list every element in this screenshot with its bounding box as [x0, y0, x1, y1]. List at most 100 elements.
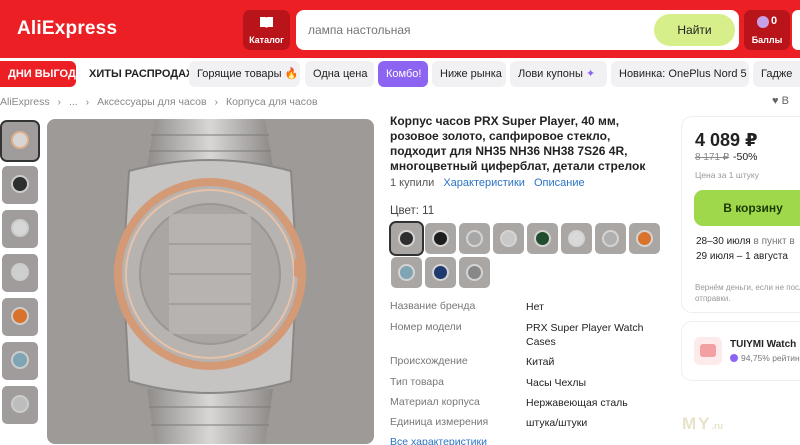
thumbnail-image[interactable]: [0, 120, 40, 162]
shipping-option[interactable]: 28–30 июля в пункт в: [696, 236, 795, 247]
watch-swatch-icon: [534, 230, 551, 247]
breadcrumb-item[interactable]: ...: [69, 96, 78, 108]
old-price: 8 171 ₽: [695, 152, 730, 163]
breadcrumb-item[interactable]: AliExpress: [0, 96, 50, 108]
breadcrumb-item[interactable]: Аксессуары для часов: [97, 96, 207, 108]
breadcrumb-item[interactable]: Корпуса для часов: [226, 96, 318, 108]
product-meta: 1 купили Характеристики Описание: [390, 177, 585, 189]
spec-key: Номер модели: [390, 321, 462, 333]
nav-chip-sale-hits[interactable]: ХИТЫ РАСПРОДАЖИ: [81, 61, 204, 87]
watch-thumb-icon: [11, 351, 29, 369]
product-title: Корпус часов PRX Super Player, 40 мм, ро…: [390, 114, 646, 173]
book-icon: [260, 17, 273, 28]
nav-chip-below-market[interactable]: Ниже рынка: [432, 61, 506, 87]
add-to-cart-button[interactable]: В корзину: [694, 190, 800, 226]
aliexpress-logo[interactable]: AliExpress: [17, 18, 117, 40]
characteristics-link[interactable]: Характеристики: [443, 177, 525, 189]
spec-key: Название бренда: [390, 300, 476, 312]
spec-value: Нет: [526, 301, 544, 313]
watch-swatch-icon: [466, 230, 483, 247]
shipping-date: 29 июля – 1 августа: [696, 251, 788, 262]
thumbnail-image[interactable]: [2, 254, 38, 292]
spec-value: Нержавеющая сталь: [526, 397, 628, 409]
spec-key: Происхождение: [390, 355, 468, 367]
nav-chip-hot-items[interactable]: Горящие товары 🔥: [189, 61, 300, 87]
watch-swatch-icon: [466, 264, 483, 281]
spec-key: Единица измерения: [390, 416, 489, 428]
thumbnail-image[interactable]: [2, 386, 38, 424]
watch-thumb-icon: [11, 219, 29, 237]
buy-card: 4 089 ₽ 8 171 ₽ -50% Цена за 1 штуку В к…: [682, 117, 800, 312]
thumbnail-image[interactable]: [2, 298, 38, 336]
spec-key: Материал корпуса: [390, 396, 480, 408]
thumbnail-image[interactable]: [2, 342, 38, 380]
thumbnail-image[interactable]: [2, 166, 38, 204]
seller-card[interactable]: TUIYMI Watch 94,75% рейтинг: [682, 322, 800, 380]
refund-note: Вернём деньги, если не после отправки.: [695, 283, 800, 303]
color-swatch[interactable]: [629, 223, 660, 254]
fire-icon: 🔥: [284, 68, 299, 80]
breadcrumb: AliExpress › ... › Аксессуары для часов …: [0, 96, 323, 110]
color-swatch[interactable]: [561, 223, 592, 254]
color-swatch[interactable]: [391, 257, 422, 288]
spec-value: Часы Чехлы: [526, 377, 587, 389]
watch-swatch-icon: [602, 230, 619, 247]
catalog-button[interactable]: Каталог: [243, 10, 290, 50]
description-link[interactable]: Описание: [534, 177, 585, 189]
nav-chip-label: Горящие товары: [197, 68, 282, 80]
color-swatch[interactable]: [389, 221, 424, 256]
header-cut-off-element: [792, 10, 800, 50]
breadcrumb-separator: ›: [85, 96, 90, 108]
watch-swatch-icon: [568, 230, 585, 247]
shipping-note: в пункт в: [753, 236, 795, 247]
color-swatch[interactable]: [527, 223, 558, 254]
site-watermark: MY.ru: [682, 414, 723, 434]
promo-nav: ДНИ ВЫГОДЫ ХИТЫ РАСПРОДАЖИ Горящие товар…: [0, 61, 800, 87]
watch-thumb-icon: [11, 395, 29, 413]
points-count: 0: [771, 15, 778, 27]
nav-chip-label: Лови купоны: [518, 68, 583, 80]
watch-thumb-icon: [11, 131, 29, 149]
color-swatch[interactable]: [425, 257, 456, 288]
bought-count: 1 купили: [390, 177, 435, 189]
breadcrumb-separator: ›: [57, 96, 62, 108]
search-input[interactable]: [308, 20, 638, 40]
watch-swatch-icon: [398, 264, 415, 281]
watermark-suffix: .ru: [711, 421, 724, 431]
color-swatch[interactable]: [459, 257, 490, 288]
search-button[interactable]: Найти: [654, 14, 735, 46]
points-icon: [757, 16, 769, 28]
color-swatch[interactable]: [595, 223, 626, 254]
spec-value: PRX Super Player Watch Cases: [526, 322, 644, 348]
color-label: Цвет: 11: [390, 205, 435, 217]
breadcrumb-separator: ›: [214, 96, 219, 108]
sparkle-icon: ✦: [585, 68, 596, 80]
search-bar: Найти: [296, 10, 739, 50]
nav-chip-combo[interactable]: Комбо!: [378, 61, 428, 87]
watch-thumb-icon: [11, 307, 29, 325]
color-swatch[interactable]: [459, 223, 490, 254]
catalog-label: Каталог: [249, 35, 284, 45]
thumbnail-image[interactable]: [2, 210, 38, 248]
nav-chip-days-benefit[interactable]: ДНИ ВЫГОДЫ: [0, 61, 87, 87]
nav-chip-gadgets[interactable]: Гадже: [753, 61, 800, 87]
main-product-image[interactable]: [47, 119, 374, 444]
color-swatch[interactable]: [493, 223, 524, 254]
nav-chip-catch-coupons[interactable]: Лови купоны ✦: [510, 61, 607, 87]
watch-swatch-icon: [398, 230, 415, 247]
shipping-option[interactable]: 29 июля – 1 августа: [696, 251, 788, 262]
spec-value: Китай: [526, 356, 555, 368]
spec-key: Тип товара: [390, 376, 444, 388]
points-button[interactable]: 0 Баллы: [744, 10, 790, 50]
nav-chip-oneplus[interactable]: Новинка: OnePlus Nord 5: [611, 61, 749, 87]
watch-swatch-icon: [432, 264, 449, 281]
seller-rating: 94,75% рейтинг: [730, 353, 800, 363]
nav-chip-one-price[interactable]: Одна цена: [305, 61, 374, 87]
wishlist-button[interactable]: ♥ В: [772, 95, 789, 107]
color-swatch[interactable]: [425, 223, 456, 254]
top-header: AliExpress Каталог Найти 0 Баллы: [0, 0, 800, 58]
all-characteristics-link[interactable]: Все характеристики: [390, 436, 487, 445]
heart-icon: ♥: [772, 95, 779, 107]
discount-badge: -50%: [733, 151, 758, 163]
watch-swatch-icon: [432, 230, 449, 247]
